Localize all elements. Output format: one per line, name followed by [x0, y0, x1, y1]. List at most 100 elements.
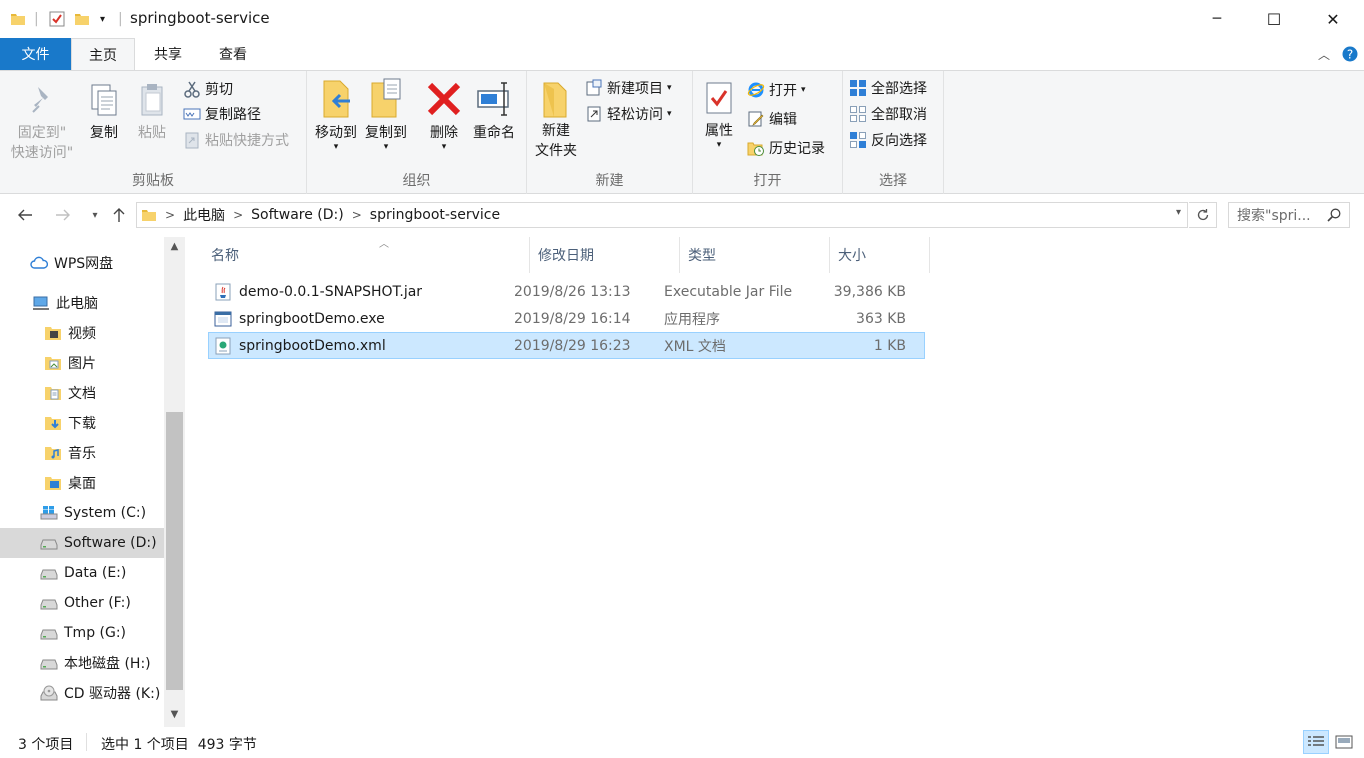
tab-file[interactable]: 文件	[0, 38, 71, 70]
column-header-label: 名称	[211, 248, 239, 264]
sidebar-item-other-drive[interactable]: Other (F:)	[0, 588, 164, 618]
minimize-button[interactable]: ─	[1194, 0, 1240, 38]
maximize-button[interactable]: ☐	[1251, 0, 1297, 38]
sidebar-item-downloads[interactable]: 下载	[0, 408, 164, 438]
cut-button[interactable]: 剪切	[183, 77, 233, 101]
ribbon-tabs: 文件 主页 共享 查看 ︿ ?	[0, 38, 1364, 71]
scroll-up-chevron-icon[interactable]: ▲	[164, 241, 185, 252]
select-all-label: 全部选择	[871, 81, 927, 97]
easy-access-icon	[587, 106, 601, 122]
xml-document-icon	[215, 337, 231, 354]
easy-access-chevron-icon: ▾	[667, 109, 672, 119]
sidebar-item-data-drive[interactable]: Data (E:)	[0, 558, 164, 588]
drive-icon	[40, 599, 58, 610]
sidebar-item-local-disk-h[interactable]: 本地磁盘 (H:)	[0, 648, 164, 678]
sidebar-item-music[interactable]: 音乐	[0, 438, 164, 468]
paste-button[interactable]: 粘贴	[130, 81, 174, 143]
paste-shortcut-button[interactable]: 粘贴快捷方式	[183, 128, 289, 152]
sidebar-scrollbar[interactable]: ▲ ▼	[164, 237, 185, 727]
file-row-jar[interactable]: demo-0.0.1-SNAPSHOT.jar 2019/8/26 13:13 …	[208, 279, 925, 306]
sidebar-item-label: 此电脑	[56, 296, 98, 312]
column-header-type[interactable]: 类型	[680, 237, 830, 273]
sidebar-item-label: Data (E:)	[64, 565, 127, 581]
computer-icon	[33, 296, 49, 310]
sidebar-item-label: 图片	[68, 356, 96, 372]
new-item-button[interactable]: 新建项目 ▾	[585, 76, 672, 100]
customize-toolbar-chevron-icon[interactable]: ▾	[100, 0, 105, 38]
sidebar-item-software-drive[interactable]: Software (D:)	[0, 528, 164, 558]
tab-share[interactable]: 共享	[138, 38, 198, 70]
history-button[interactable]: 历史记录	[747, 136, 825, 160]
copy-to-chevron-icon: ▾	[383, 142, 389, 152]
collapse-ribbon-chevron-icon[interactable]: ︿	[1312, 38, 1336, 70]
tab-home[interactable]: 主页	[71, 38, 135, 71]
open-group: 属性 ▾ 打开 ▾ 编辑 历史记录 打开	[693, 71, 843, 194]
search-input[interactable]: 搜索"spri...	[1228, 202, 1350, 228]
invert-selection-button[interactable]: 反向选择	[849, 128, 927, 152]
move-to-button[interactable]: 移动到 ▾	[311, 77, 361, 152]
new-folder-button[interactable]: 新建 文件夹	[531, 79, 581, 161]
new-folder-label-line1: 新建	[542, 123, 570, 139]
column-header-name[interactable]: 名称 ︿	[203, 237, 530, 273]
breadcrumb-this-pc[interactable]: 此电脑	[183, 205, 225, 225]
sidebar-item-documents[interactable]: 文档	[0, 378, 164, 408]
scroll-down-chevron-icon[interactable]: ▼	[164, 709, 185, 720]
breadcrumb-current-folder[interactable]: springboot-service	[370, 207, 500, 223]
copy-button[interactable]: 复制	[82, 81, 126, 143]
search-placeholder: 搜索"spri...	[1237, 208, 1311, 224]
file-row-exe[interactable]: springbootDemo.exe 2019/8/29 16:14 应用程序 …	[208, 306, 925, 333]
breadcrumb-separator-icon: >	[233, 208, 244, 222]
address-folder-icon	[142, 210, 156, 221]
tab-view[interactable]: 查看	[202, 38, 264, 70]
sidebar-item-tmp-drive[interactable]: Tmp (G:)	[0, 618, 164, 648]
column-header-modified[interactable]: 修改日期	[530, 237, 680, 273]
recent-locations-chevron-icon[interactable]: ▾	[82, 201, 108, 229]
new-folder-icon	[543, 82, 567, 118]
paste-icon	[141, 84, 163, 116]
scrollbar-thumb[interactable]	[166, 412, 183, 690]
cloud-icon	[30, 256, 48, 269]
search-icon	[1327, 208, 1341, 222]
sidebar-item-desktop[interactable]: 桌面	[0, 468, 164, 498]
internet-explorer-icon	[747, 82, 765, 98]
address-bar[interactable]: > 此电脑 > Software (D:) > springboot-servi…	[136, 202, 1188, 228]
open-button[interactable]: 打开 ▾	[747, 78, 806, 102]
copy-path-label: 复制路径	[205, 107, 261, 123]
easy-access-button[interactable]: 轻松访问 ▾	[585, 102, 672, 126]
sidebar-item-this-pc[interactable]: 此电脑	[0, 288, 164, 318]
properties-button[interactable]: 属性 ▾	[697, 79, 741, 150]
delete-button[interactable]: 删除 ▾	[421, 77, 467, 152]
help-icon[interactable]: ?	[1338, 38, 1362, 70]
sidebar-item-pictures[interactable]: 图片	[0, 348, 164, 378]
large-icons-view-icon[interactable]	[1331, 730, 1357, 754]
details-view-icon[interactable]	[1303, 730, 1329, 754]
properties-icon	[706, 82, 732, 114]
refresh-icon[interactable]	[1189, 202, 1217, 228]
forward-arrow-icon[interactable]	[50, 201, 76, 229]
pin-quick-access-button[interactable]: 固定到" 快速访问"	[8, 81, 76, 163]
breadcrumb-software-drive[interactable]: Software (D:)	[251, 207, 344, 223]
properties-quick-icon[interactable]	[48, 0, 66, 38]
rename-button[interactable]: 重命名	[469, 77, 519, 143]
up-arrow-icon[interactable]	[106, 201, 132, 229]
copy-path-button[interactable]: 复制路径	[183, 102, 261, 126]
sidebar-item-system-drive[interactable]: System (C:)	[0, 498, 164, 528]
close-button[interactable]: ✕	[1310, 0, 1356, 38]
file-row-xml[interactable]: springbootDemo.xml 2019/8/29 16:23 XML 文…	[208, 332, 925, 359]
copy-to-button[interactable]: 复制到 ▾	[361, 77, 411, 152]
toolbar-separator: |	[34, 11, 39, 27]
select-all-button[interactable]: 全部选择	[849, 76, 927, 100]
sidebar-item-cd-drive[interactable]: CD 驱动器 (K:)	[0, 678, 164, 708]
sidebar-item-wps-cloud[interactable]: WPS网盘	[0, 248, 164, 278]
edit-button[interactable]: 编辑	[747, 107, 797, 131]
back-arrow-icon[interactable]	[12, 201, 38, 229]
cut-label: 剪切	[205, 82, 233, 98]
select-none-button[interactable]: 全部取消	[849, 102, 927, 126]
drive-icon	[40, 539, 58, 550]
column-header-size[interactable]: 大小	[830, 237, 930, 273]
address-history-chevron-icon[interactable]: ▾	[1176, 207, 1181, 218]
new-folder-quick-icon[interactable]	[74, 0, 90, 38]
selection-info: 选中 1 个项目 493 字节	[101, 737, 257, 753]
select-group: 全部选择 全部取消 反向选择 选择	[843, 71, 944, 194]
sidebar-item-videos[interactable]: 视频	[0, 318, 164, 348]
